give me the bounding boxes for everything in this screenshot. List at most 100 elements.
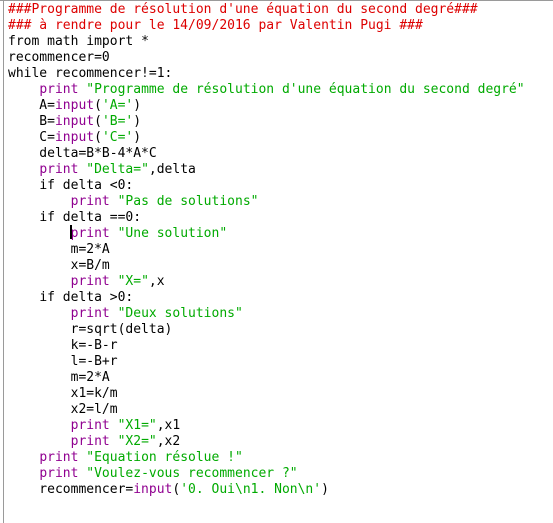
code-line[interactable]: A=input('A=') [8, 98, 553, 114]
code-token-plain: recommencer= [8, 482, 134, 497]
code-token-plain: ( [94, 130, 102, 145]
code-token-plain: delta >0: [54, 290, 134, 305]
code-token-plain: m=2*A [8, 242, 110, 257]
code-line[interactable]: print "Deux solutions" [8, 306, 553, 322]
code-token-string: "X1=" [117, 418, 157, 433]
code-token-string: "Delta=" [86, 162, 149, 177]
code-token-string: 'B=' [101, 114, 134, 129]
code-line[interactable]: delta=B*B-4*A*C [8, 146, 553, 162]
code-token-string: "X=" [117, 274, 149, 289]
code-token-plain: m=2*A [8, 370, 110, 385]
code-line[interactable]: ###Programme de résolution d'une équatio… [8, 2, 553, 18]
code-token-plain: C= [8, 130, 55, 145]
code-line[interactable]: m=2*A [8, 370, 553, 386]
code-line[interactable]: print "X1=",x1 [8, 418, 553, 434]
code-token-plain: k=-B-r [8, 338, 118, 353]
code-token-plain: ) [133, 114, 142, 129]
code-token-builtin: print [70, 226, 110, 241]
code-line[interactable]: if delta ==0: [8, 210, 553, 226]
code-token-builtin: input [54, 98, 95, 113]
code-token-builtin: print [39, 82, 79, 97]
code-line[interactable]: B=input('B=') [8, 114, 553, 130]
code-token-plain: recommencer!=1: [47, 66, 173, 81]
code-line[interactable]: l=-B+r [8, 354, 553, 370]
code-token-plain: x=B/m [8, 258, 110, 273]
code-line[interactable]: print "X2=",x2 [8, 434, 553, 450]
code-token-plain: A= [8, 98, 55, 113]
code-line[interactable]: print "Pas de solutions" [8, 194, 553, 210]
code-token-plain: ,x2 [156, 434, 181, 449]
code-token-plain: ( [94, 114, 102, 129]
code-token-string: "Programme de résolution d'une équation … [86, 82, 525, 97]
code-token-comment: ### à rendre pour le 14/09/2016 par Vale… [8, 18, 423, 33]
code-line[interactable]: if delta >0: [8, 290, 553, 306]
code-line[interactable]: print "Voulez-vous recommencer ?" [8, 466, 553, 482]
code-token-plain: delta ==0: [54, 210, 142, 225]
code-token-builtin: print [70, 434, 110, 449]
code-token-plain: r=sqrt(delta) [8, 322, 173, 337]
code-line[interactable]: print "Une solution" [8, 225, 553, 242]
editor-left-gutter-rule [3, 1, 4, 523]
code-token-plain: ,x [148, 274, 165, 289]
code-text-area[interactable]: ###Programme de résolution d'une équatio… [8, 2, 553, 498]
code-token-builtin: input [54, 114, 95, 129]
code-token-plain: delta=B*B-4*A*C [8, 146, 157, 161]
code-token-builtin: print [39, 450, 79, 465]
code-token-builtin: print [70, 418, 110, 433]
code-line[interactable]: if delta <0: [8, 178, 553, 194]
code-token-plain: ) [321, 482, 329, 497]
code-line[interactable]: x=B/m [8, 258, 553, 274]
code-token-string: "Une solution" [117, 226, 228, 241]
code-token-keyword: if [39, 290, 55, 305]
code-token-plain: delta <0: [54, 178, 134, 193]
code-line[interactable]: k=-B-r [8, 338, 553, 354]
code-token-builtin: input [54, 130, 95, 145]
code-token-plain: ) [133, 98, 142, 113]
code-line[interactable]: from math import * [8, 34, 553, 50]
code-line[interactable]: C=input('C=') [8, 130, 553, 146]
code-token-string: "Deux solutions" [117, 306, 243, 321]
code-token-builtin: print [70, 274, 110, 289]
code-token-string: '0. Oui\n1. Non\n' [180, 482, 322, 497]
code-token-plain: x1=k/m [8, 386, 118, 401]
code-token-plain: math [39, 34, 87, 49]
code-line[interactable]: ### à rendre pour le 14/09/2016 par Vale… [8, 18, 553, 34]
code-token-keyword: if [39, 210, 55, 225]
code-token-plain: l=-B+r [8, 354, 118, 369]
code-line[interactable]: x1=k/m [8, 386, 553, 402]
code-line[interactable]: print "Delta=",delta [8, 162, 553, 178]
code-token-keyword: if [39, 178, 55, 193]
code-token-string: "Voulez-vous recommencer ?" [86, 466, 298, 481]
code-token-string: "Pas de solutions" [117, 194, 259, 209]
code-editor-pane[interactable]: ###Programme de résolution d'une équatio… [0, 0, 553, 523]
code-line[interactable]: r=sqrt(delta) [8, 322, 553, 338]
code-line[interactable]: recommencer=0 [8, 50, 553, 66]
code-token-plain: ( [94, 98, 102, 113]
code-line[interactable]: while recommencer!=1: [8, 66, 553, 82]
code-token-builtin: print [70, 194, 110, 209]
code-line[interactable]: m=2*A [8, 242, 553, 258]
code-line[interactable]: recommencer=input('0. Oui\n1. Non\n') [8, 482, 553, 498]
code-token-plain: recommencer=0 [8, 50, 110, 65]
code-token-plain: ,delta [148, 162, 196, 177]
code-line[interactable]: print "Programme de résolution d'une équ… [8, 82, 553, 98]
code-token-builtin: print [39, 466, 79, 481]
code-token-string: "X2=" [117, 434, 157, 449]
code-line[interactable]: print "X=",x [8, 274, 553, 290]
code-line[interactable]: print "Equation résolue !" [8, 450, 553, 466]
code-line[interactable]: x2=l/m [8, 402, 553, 418]
